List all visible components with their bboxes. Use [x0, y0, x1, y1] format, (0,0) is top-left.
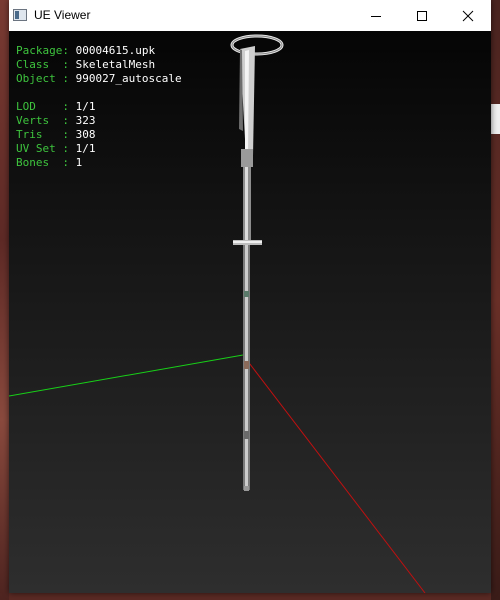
desktop-background-left: [0, 0, 9, 600]
info-row-object: Object : 990027_autoscale: [16, 72, 182, 86]
info-row-verts: Verts : 323: [16, 114, 182, 128]
info-row-package: Package: 00004615.upk: [16, 44, 182, 58]
object-label: Object :: [16, 72, 76, 85]
y-axis-line: [9, 354, 244, 397]
verts-value: 323: [75, 114, 96, 127]
x-axis-line: [242, 354, 426, 593]
package-value: 00004615.upk: [75, 44, 156, 57]
skeletal-mesh-model: [230, 34, 284, 491]
tris-value: 308: [75, 128, 96, 141]
object-value: 990027_autoscale: [75, 72, 182, 85]
close-icon: [462, 10, 474, 21]
maximize-icon: [417, 10, 427, 21]
uvset-label: UV Set :: [16, 142, 76, 155]
class-value: SkeletalMesh: [75, 58, 156, 71]
uvset-value: 1/1: [75, 142, 96, 155]
desktop-background-right: [491, 0, 500, 600]
minimize-icon: [371, 15, 381, 17]
lod-label: LOD :: [16, 100, 76, 113]
close-button[interactable]: [445, 0, 491, 31]
window-title: UE Viewer: [34, 8, 91, 22]
lod-value: 1/1: [75, 100, 96, 113]
bones-label: Bones :: [16, 156, 76, 169]
package-label: Package:: [16, 44, 76, 57]
title-bar[interactable]: UE Viewer: [9, 0, 491, 31]
3d-viewport[interactable]: Package: 00004615.upk Class : SkeletalMe…: [9, 31, 491, 593]
verts-label: Verts :: [16, 114, 76, 127]
class-label: Class :: [16, 58, 76, 71]
info-row-uvset: UV Set : 1/1: [16, 142, 182, 156]
info-row-tris: Tris : 308: [16, 128, 182, 142]
mesh-info-overlay: Package: 00004615.upk Class : SkeletalMe…: [16, 44, 182, 170]
app-icon: [13, 9, 27, 21]
info-row-lod: LOD : 1/1: [16, 100, 182, 114]
bones-value: 1: [75, 156, 83, 169]
background-window-edge: [491, 104, 500, 134]
info-row-bones: Bones : 1: [16, 156, 182, 170]
tris-label: Tris :: [16, 128, 76, 141]
minimize-button[interactable]: [353, 0, 399, 31]
maximize-button[interactable]: [399, 0, 445, 31]
ue-viewer-window: UE Viewer Package: 00004615.upk Class: …: [9, 0, 491, 593]
info-row-class: Class : SkeletalMesh: [16, 58, 182, 72]
